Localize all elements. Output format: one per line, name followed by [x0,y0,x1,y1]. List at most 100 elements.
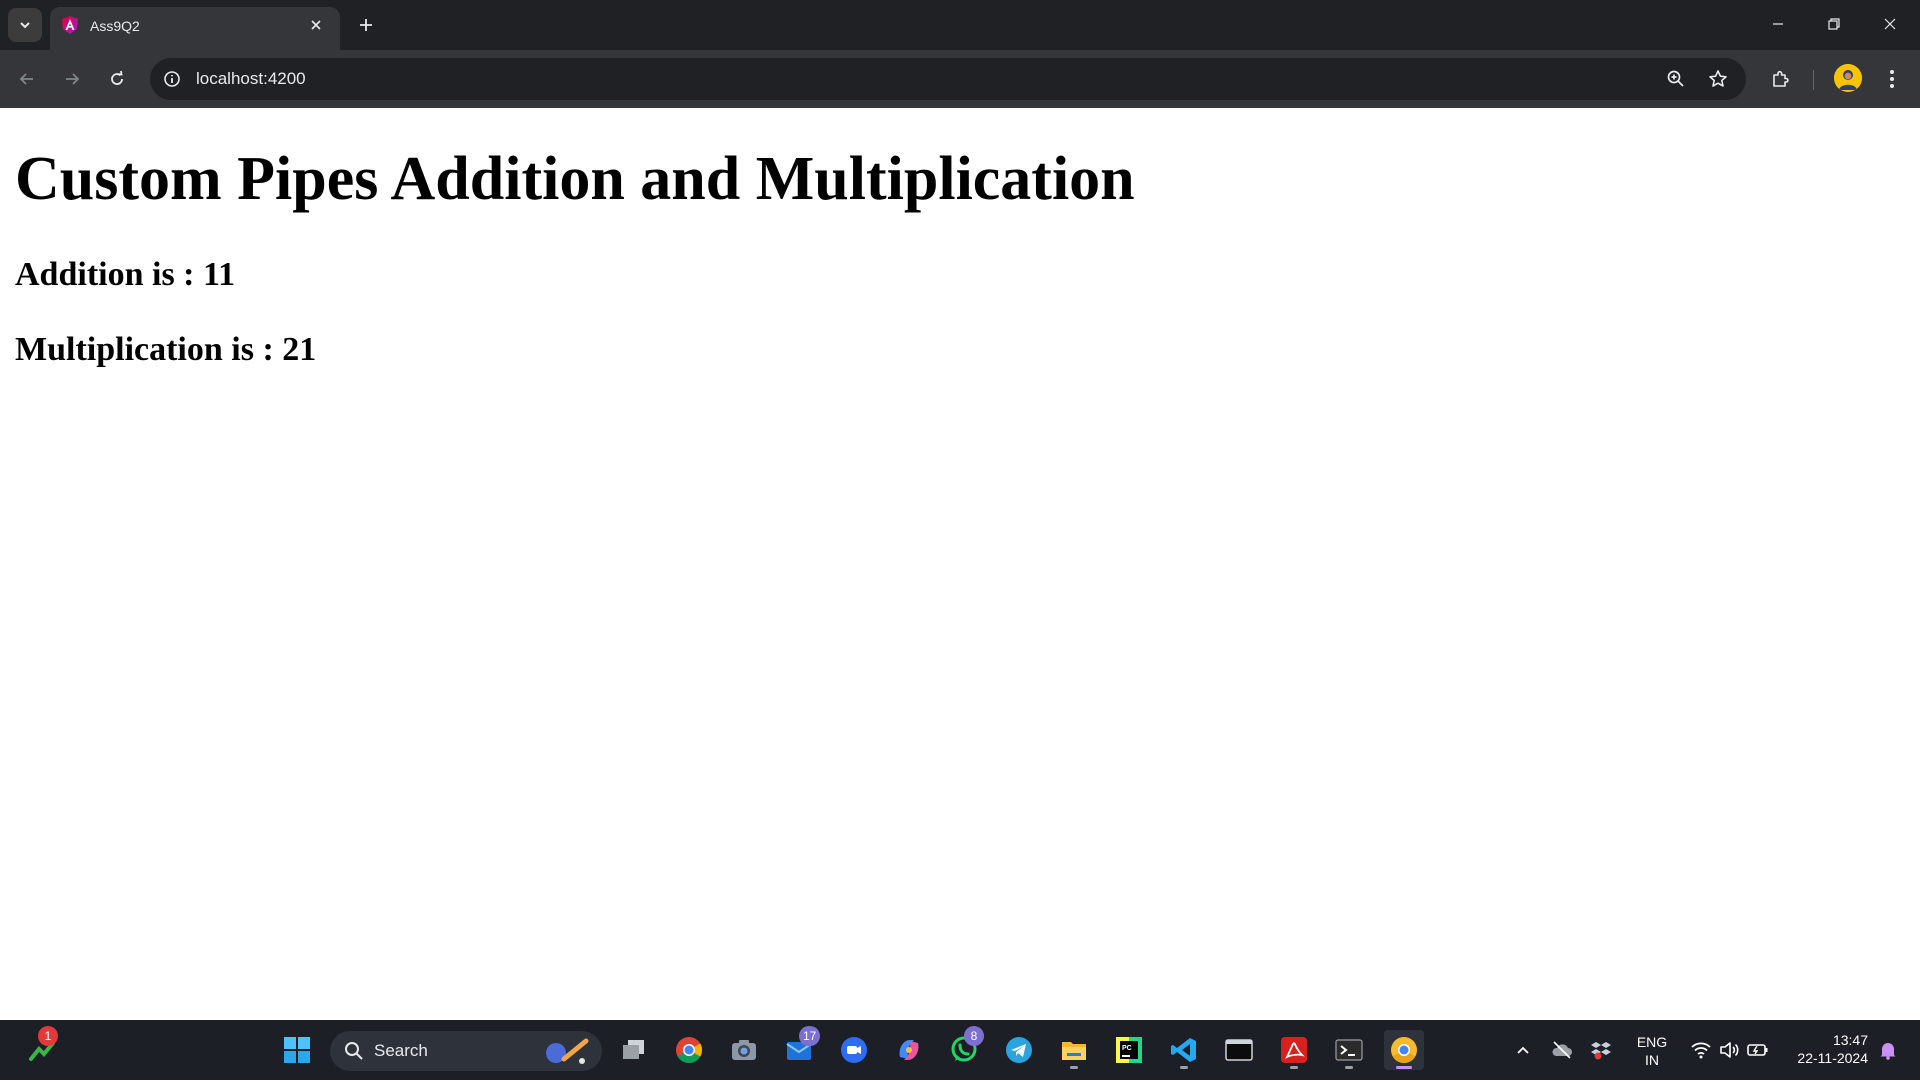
star-icon [1709,70,1727,87]
tab-close-button[interactable] [304,13,328,37]
camera-icon [732,1040,756,1060]
taskbar-mail[interactable]: 17 [779,1026,821,1070]
tab-title: Ass9Q2 [90,18,140,34]
taskbar-pycharm[interactable]: PC [1109,1030,1149,1070]
taskbar-search-box[interactable]: Search [330,1031,602,1071]
restore-button[interactable] [1806,0,1862,48]
dropbox-tray[interactable] [1581,1030,1621,1070]
bookmark-button[interactable] [1706,67,1730,91]
arrow-right-icon [66,73,80,85]
running-indicator [1345,1066,1353,1069]
multiplication-result: Multiplication is : 21 [15,331,317,368]
extensions-button[interactable] [1765,63,1797,95]
taskbar-whatsapp[interactable]: 8 [944,1026,984,1070]
notification-badge: 17 [799,1026,821,1046]
tab-search-button[interactable] [8,8,42,42]
taskbar-zoom[interactable] [834,1030,874,1070]
terminal-icon [1225,1039,1253,1061]
notification-badge: 1 [38,1026,58,1046]
close-icon [1884,18,1896,30]
search-highlight-icon [546,1038,589,1064]
volume-icon [1720,1042,1739,1058]
back-button[interactable] [11,63,43,95]
chevron-up-icon [1517,1046,1529,1054]
copilot-icon [899,1040,919,1060]
taskbar-vscode[interactable] [1164,1030,1204,1070]
zoom-button[interactable] [1664,67,1688,91]
minimize-button[interactable] [1750,0,1806,48]
start-button[interactable] [277,1030,317,1070]
profile-avatar[interactable] [1834,64,1862,92]
close-window-button[interactable] [1862,0,1918,48]
taskbar-powershell[interactable] [1329,1030,1369,1070]
addition-result: Addition is : 11 [15,256,236,293]
reload-icon [111,70,123,85]
page-content: Custom Pipes Addition and Multiplication… [0,108,1920,1020]
address-bar[interactable]: localhost:4200 [150,58,1746,100]
info-icon [164,71,180,87]
tab-strip: Ass9Q2 [0,0,1920,50]
clock[interactable]: 13:47 22-11-2024 [1782,1031,1868,1067]
acrobat-icon [1281,1037,1307,1063]
close-icon [311,20,321,30]
toolbar-divider [1813,70,1814,90]
task-view-button[interactable] [614,1030,654,1070]
language-region: IN [1645,1052,1659,1068]
minimize-icon [1773,23,1783,25]
restore-icon [1828,18,1840,30]
browser-toolbar: localhost:4200 [0,50,1920,108]
bell-icon [1880,1043,1896,1060]
taskbar-acrobat[interactable] [1274,1030,1314,1070]
widgets-button[interactable]: 1 [22,1026,62,1070]
more-vertical-icon [1890,70,1894,88]
telegram-icon [1006,1037,1032,1063]
zoom-icon [841,1037,867,1063]
taskbar-file-explorer[interactable] [1054,1030,1094,1070]
taskbar-telegram[interactable] [999,1030,1039,1070]
search-label: Search [374,1041,428,1060]
reload-button[interactable] [101,63,133,95]
page-title: Custom Pipes Addition and Multiplication [15,145,1135,213]
plus-icon [360,19,372,31]
onedrive-tray[interactable] [1542,1030,1582,1070]
active-indicator [1396,1066,1412,1069]
file-explorer-icon [1062,1042,1086,1060]
notification-badge: 8 [964,1026,984,1046]
powershell-icon [1335,1039,1363,1061]
taskbar-terminal[interactable] [1219,1030,1259,1070]
chrome-menu-button[interactable] [1876,63,1908,95]
quick-settings-button[interactable] [1678,1030,1782,1070]
angular-logo-icon [62,16,78,34]
show-hidden-icons-button[interactable] [1503,1030,1543,1070]
running-indicator [1070,1066,1078,1069]
language-indicator[interactable]: ENG IN [1632,1033,1672,1069]
windows-start-icon [284,1037,310,1063]
taskbar-chrome-canary[interactable] [1384,1030,1424,1070]
avatar-icon [1834,64,1862,92]
vscode-icon [1171,1038,1196,1062]
browser-tab[interactable]: Ass9Q2 [50,7,340,50]
url-text: localhost:4200 [196,69,306,88]
zoom-in-icon [1667,70,1684,87]
taskbar-chrome[interactable] [669,1030,709,1070]
site-info-button[interactable] [160,67,184,91]
notifications-button[interactable] [1868,1030,1908,1070]
taskbar-copilot[interactable] [889,1030,929,1070]
battery-charging-icon [1747,1044,1768,1056]
svg-text:PC: PC [1122,1045,1132,1052]
running-indicator [1180,1066,1188,1069]
new-tab-button[interactable] [352,11,380,39]
windows-taskbar: 1 Search 17 8 PC ENG IN 13:47 22-11-2024 [0,1020,1920,1080]
cloud-off-icon [1552,1041,1572,1059]
dropbox-icon [1591,1042,1611,1060]
task-view-icon [623,1040,644,1059]
clock-date: 22-11-2024 [1797,1050,1868,1066]
chevron-down-icon [20,22,30,29]
forward-button[interactable] [56,63,88,95]
taskbar-camera[interactable] [724,1030,764,1070]
wifi-icon [1691,1042,1711,1059]
language-code: ENG [1636,1034,1668,1050]
chrome-icon [676,1037,703,1064]
chrome-canary-icon [1391,1037,1417,1064]
puzzle-icon [1773,70,1789,87]
